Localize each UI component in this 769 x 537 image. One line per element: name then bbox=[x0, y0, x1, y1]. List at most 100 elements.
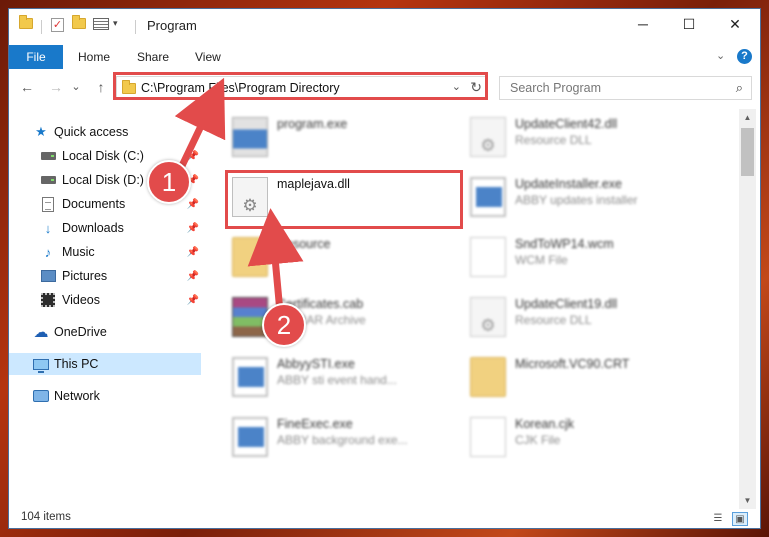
pin-icon: 📌 bbox=[186, 222, 199, 234]
sidebar-item-label: Network bbox=[54, 389, 100, 403]
drive-icon bbox=[40, 172, 56, 188]
back-button[interactable]: ← bbox=[18, 77, 36, 97]
list-item[interactable]: Certificates.cab WinRAR Archive bbox=[222, 291, 457, 343]
list-item[interactable]: SndToWP14.wcm WCM File bbox=[460, 231, 695, 283]
scroll-up-button[interactable]: ▲ bbox=[739, 109, 756, 126]
callout-step-1: 1 bbox=[147, 160, 191, 204]
list-item[interactable]: FineExec.exe ABBY background exe... bbox=[222, 411, 457, 463]
sidebar-item-quick-access[interactable]: ★ Quick access bbox=[9, 121, 201, 143]
list-item[interactable]: Microsoft.VC90.CRT bbox=[460, 351, 695, 403]
sidebar-item-label: Local Disk (D:) bbox=[62, 173, 144, 187]
divider bbox=[135, 20, 136, 34]
chevron-down-icon[interactable]: ▾ bbox=[113, 18, 118, 29]
file-type: ABBY sti event hand... bbox=[277, 373, 397, 387]
file-highlight-box bbox=[225, 170, 463, 229]
list-item[interactable]: UpdateInstaller.exe ABBY updates install… bbox=[460, 171, 695, 223]
item-count: 104 items bbox=[21, 511, 71, 523]
folder-icon bbox=[232, 237, 268, 277]
chevron-down-icon[interactable]: ⌄ bbox=[716, 49, 725, 62]
tab-home[interactable]: Home bbox=[78, 45, 110, 69]
forward-button[interactable]: → bbox=[47, 77, 65, 97]
pin-icon: 📌 bbox=[186, 150, 199, 162]
setup-app-icon bbox=[232, 117, 268, 157]
file-name: UpdateInstaller.exe bbox=[515, 177, 623, 191]
network-icon bbox=[33, 388, 49, 404]
up-button[interactable]: ↑ bbox=[92, 77, 110, 97]
pin-icon: 📌 bbox=[186, 246, 199, 258]
generic-file-icon bbox=[470, 237, 506, 277]
music-icon: ♪ bbox=[44, 244, 52, 260]
list-item[interactable]: AbbyySTI.exe ABBY sti event hand... bbox=[222, 351, 457, 403]
list-item[interactable]: program.exe bbox=[222, 111, 457, 163]
file-type: ABBY background exe... bbox=[277, 433, 408, 447]
properties-check-icon[interactable]: ✓ bbox=[51, 18, 64, 32]
file-name: Korean.cjk bbox=[515, 417, 575, 431]
sidebar-item-music[interactable]: ♪ Music 📌 bbox=[9, 241, 201, 263]
dll-gear-icon: ⚙ bbox=[470, 117, 506, 157]
pin-icon: 📌 bbox=[186, 294, 199, 306]
details-view-icon[interactable]: ☰ bbox=[710, 512, 726, 526]
file-name: SndToWP14.wcm bbox=[515, 237, 614, 251]
list-item[interactable]: Resource bbox=[222, 231, 457, 283]
drive-icon bbox=[40, 148, 56, 164]
file-type: Resource DLL bbox=[515, 313, 592, 327]
app-icon bbox=[470, 177, 506, 217]
file-type: WCM File bbox=[515, 253, 568, 267]
pin-icon: 📌 bbox=[186, 270, 199, 282]
app-icon bbox=[232, 357, 268, 397]
customize-toolbar-icon[interactable] bbox=[93, 18, 109, 30]
sidebar-item-downloads[interactable]: ↓ Downloads 📌 bbox=[9, 217, 201, 239]
divider bbox=[41, 20, 42, 34]
sidebar-item-videos[interactable]: Videos 📌 bbox=[9, 289, 201, 311]
search-placeholder: Search Program bbox=[510, 81, 602, 95]
computer-icon bbox=[33, 356, 49, 373]
documents-icon bbox=[40, 196, 56, 212]
help-icon[interactable]: ? bbox=[737, 49, 752, 64]
pictures-icon bbox=[40, 268, 56, 284]
vertical-scrollbar[interactable]: ▲ ▼ bbox=[739, 109, 756, 509]
address-highlight-box bbox=[113, 72, 488, 100]
sidebar-item-label: Music bbox=[62, 245, 95, 259]
sidebar-item-label: Downloads bbox=[62, 221, 124, 235]
file-name: Microsoft.VC90.CRT bbox=[515, 357, 630, 371]
title-bar: ✓ ▾ Program ─ ☐ ✕ bbox=[9, 9, 760, 41]
list-item[interactable]: ⚙ UpdateClient19.dll Resource DLL bbox=[460, 291, 695, 343]
ribbon-tabs: File Home Share View ⌄ ? bbox=[9, 45, 760, 69]
status-bar: 104 items ☰ ▣ bbox=[9, 509, 760, 530]
large-icons-view-icon[interactable]: ▣ bbox=[732, 512, 748, 526]
file-type: ABBY updates installer bbox=[515, 193, 638, 207]
folder-icon bbox=[19, 15, 33, 29]
videos-icon bbox=[40, 292, 56, 308]
sidebar-item-label: This PC bbox=[54, 357, 99, 371]
tab-file[interactable]: File bbox=[9, 45, 63, 69]
sidebar-item-pictures[interactable]: Pictures 📌 bbox=[9, 265, 201, 287]
file-name: AbbyySTI.exe bbox=[277, 357, 355, 371]
tab-view[interactable]: View bbox=[195, 45, 221, 69]
search-icon: ⌕ bbox=[735, 80, 743, 95]
search-input[interactable]: Search Program ⌕ bbox=[499, 76, 752, 100]
star-icon: ★ bbox=[35, 124, 47, 139]
file-type: Resource DLL bbox=[515, 133, 592, 147]
list-item[interactable]: ⚙ UpdateClient42.dll Resource DLL bbox=[460, 111, 695, 163]
dll-gear-icon: ⚙ bbox=[470, 297, 506, 337]
file-type: CJK File bbox=[515, 433, 561, 447]
sidebar-item-onedrive[interactable]: ☁ OneDrive bbox=[9, 321, 201, 343]
file-name: UpdateClient42.dll bbox=[515, 117, 618, 131]
list-item[interactable]: Korean.cjk CJK File bbox=[460, 411, 695, 463]
sidebar-item-label: Local Disk (C:) bbox=[62, 149, 144, 163]
sidebar-item-this-pc[interactable]: This PC bbox=[9, 353, 201, 375]
tab-share[interactable]: Share bbox=[137, 45, 169, 69]
file-name: Resource bbox=[277, 237, 331, 251]
new-folder-icon[interactable] bbox=[72, 15, 86, 29]
window-title: Program bbox=[147, 18, 197, 33]
scroll-thumb[interactable] bbox=[741, 128, 754, 176]
sidebar-item-network[interactable]: Network bbox=[9, 385, 201, 407]
generic-file-icon bbox=[470, 417, 506, 457]
file-name: UpdateClient19.dll bbox=[515, 297, 618, 311]
maximize-button[interactable]: ☐ bbox=[666, 9, 712, 39]
close-button[interactable]: ✕ bbox=[712, 9, 758, 39]
folder-icon bbox=[470, 357, 506, 397]
recent-locations-button[interactable]: ⌄ bbox=[67, 77, 85, 97]
minimize-button[interactable]: ─ bbox=[620, 9, 666, 39]
scroll-down-button[interactable]: ▼ bbox=[739, 492, 756, 509]
